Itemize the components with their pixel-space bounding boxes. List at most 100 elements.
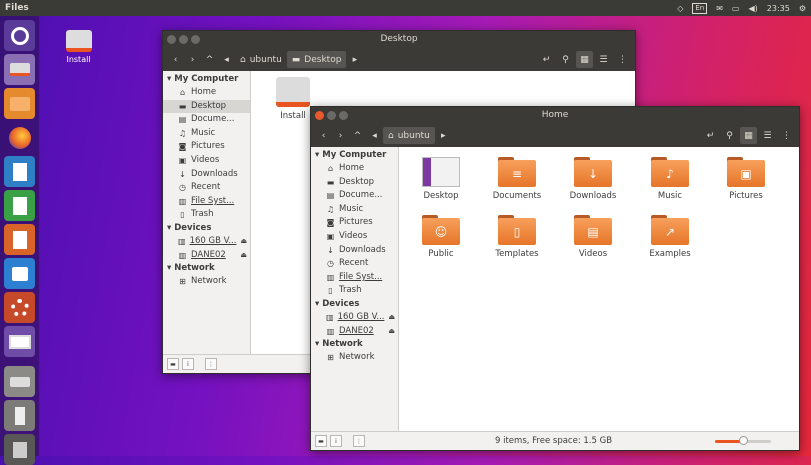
zoom-slider[interactable] [715, 436, 771, 445]
sidebar-item-network[interactable]: ⊞ Network [163, 275, 250, 289]
sidebar-item-pictures[interactable]: ◙ Pictures [163, 140, 250, 154]
up-button[interactable]: ^ [349, 127, 366, 144]
maximize-button[interactable] [339, 111, 348, 120]
back-button[interactable]: ‹ [167, 51, 184, 68]
usb-launcher-icon[interactable] [4, 400, 35, 431]
sidebar-item-videos[interactable]: ▣ Videos [163, 154, 250, 168]
sidebar-heading-devices[interactable]: ▾ Devices [311, 298, 398, 311]
calc-launcher-icon[interactable] [4, 190, 35, 221]
list-view-icon[interactable]: ☰ [759, 127, 776, 144]
breadcrumb-left-arrow[interactable]: ◂ [218, 51, 235, 68]
eject-icon[interactable]: ⏏ [388, 325, 395, 339]
sidebar-item-desktop[interactable]: ▬ Desktop [311, 176, 398, 190]
back-button[interactable]: ‹ [315, 127, 332, 144]
sidebar-heading-my-computer[interactable]: ▾ My Computer [311, 149, 398, 162]
sidebar-item-device-dane02[interactable]: ▥ DANE02 ⏏ [163, 249, 250, 263]
sidebar-item-device-dane02[interactable]: ▥ DANE02 ⏏ [311, 325, 398, 339]
forward-button[interactable]: › [184, 51, 201, 68]
compact-view-icon[interactable]: ⋮ [778, 127, 795, 144]
battery-icon[interactable]: ▭ [732, 4, 740, 13]
folder-documents[interactable]: ≡ Documents [487, 157, 547, 201]
tree-sidebar-toggle[interactable]: ⅰ [182, 358, 194, 370]
settings-launcher-icon[interactable] [4, 292, 35, 323]
sidebar-item-documents[interactable]: ▤ Docume... [311, 189, 398, 203]
eject-icon[interactable]: ⏏ [388, 311, 395, 325]
icon-view-icon[interactable]: ▦ [740, 127, 757, 144]
clock[interactable]: 23:35 [767, 4, 790, 13]
minimize-button[interactable] [179, 35, 188, 44]
open-terminal-icon[interactable]: ↵ [702, 127, 719, 144]
folder-music[interactable]: ♪ Music [640, 157, 700, 201]
breadcrumb-left-arrow[interactable]: ◂ [366, 127, 383, 144]
keyboard-layout[interactable]: En [692, 2, 708, 14]
sidebar-heading-network[interactable]: ▾ Network [311, 338, 398, 351]
sidebar-item-recent[interactable]: ◷ Recent [163, 181, 250, 195]
sidebar-item-documents[interactable]: ▤ Docume... [163, 113, 250, 127]
firefox-launcher-icon[interactable] [4, 122, 35, 153]
close-button[interactable] [167, 35, 176, 44]
places-sidebar-toggle[interactable]: ▬ [167, 358, 179, 370]
icon-view-icon[interactable]: ▦ [576, 51, 593, 68]
folder-desktop[interactable]: Desktop [411, 157, 471, 201]
sidebar-item-device-160gb[interactable]: ▥ 160 GB V... ⏏ [311, 311, 398, 325]
sidebar-item-device-160gb[interactable]: ▥ 160 GB V... ⏏ [163, 235, 250, 249]
files-launcher-icon[interactable] [4, 88, 35, 119]
sidebar-item-pictures[interactable]: ◙ Pictures [311, 216, 398, 230]
install-launcher-icon[interactable] [4, 54, 35, 85]
list-view-icon[interactable]: ☰ [595, 51, 612, 68]
eject-icon[interactable]: ⏏ [240, 249, 247, 263]
sidebar-hide-toggle[interactable]: ⋮ [353, 435, 365, 447]
sidebar-item-downloads[interactable]: ↓ Downloads [163, 168, 250, 182]
sidebar-heading-my-computer[interactable]: ▾ My Computer [163, 73, 250, 86]
search-icon[interactable]: ⚲ [721, 127, 738, 144]
eject-icon[interactable]: ⏏ [240, 235, 247, 249]
breadcrumb-desktop[interactable]: ▬ Desktop [286, 51, 347, 68]
gear-icon[interactable]: ⚙ [799, 4, 806, 13]
trash-launcher-icon[interactable] [4, 434, 35, 465]
breadcrumb-right-arrow[interactable]: ▸ [346, 51, 363, 68]
close-button[interactable] [315, 111, 324, 120]
breadcrumb-home[interactable]: ⌂ ubuntu [235, 51, 287, 68]
dash-button[interactable] [4, 20, 35, 51]
sidebar-item-recent[interactable]: ◷ Recent [311, 257, 398, 271]
screen-launcher-icon[interactable] [4, 326, 35, 357]
software-launcher-icon[interactable] [4, 258, 35, 289]
sidebar-item-music[interactable]: ♫ Music [311, 203, 398, 217]
compact-view-icon[interactable]: ⋮ [614, 51, 631, 68]
minimize-button[interactable] [327, 111, 336, 120]
sidebar-item-downloads[interactable]: ↓ Downloads [311, 244, 398, 258]
window-titlebar[interactable]: Desktop [163, 31, 635, 48]
writer-launcher-icon[interactable] [4, 156, 35, 187]
mail-icon[interactable]: ✉ [716, 4, 723, 13]
sidebar-item-trash[interactable]: ▯ Trash [163, 208, 250, 222]
open-terminal-icon[interactable]: ↵ [538, 51, 555, 68]
maximize-button[interactable] [191, 35, 200, 44]
window-titlebar[interactable]: Home [311, 107, 799, 124]
sidebar-hide-toggle[interactable]: ⋮ [205, 358, 217, 370]
zoom-slider-handle[interactable] [739, 436, 748, 445]
desktop-install-icon[interactable]: Install [56, 30, 101, 64]
breadcrumb-home[interactable]: ⌂ ubuntu [383, 127, 435, 144]
sidebar-item-music[interactable]: ♫ Music [163, 127, 250, 141]
sidebar-heading-network[interactable]: ▾ Network [163, 262, 250, 275]
search-icon[interactable]: ⚲ [557, 51, 574, 68]
forward-button[interactable]: › [332, 127, 349, 144]
folder-examples[interactable]: ↗ Examples [640, 215, 700, 259]
sidebar-item-home[interactable]: ⌂ Home [163, 86, 250, 100]
sidebar-item-home[interactable]: ⌂ Home [311, 162, 398, 176]
sidebar-item-network[interactable]: ⊞ Network [311, 351, 398, 365]
sidebar-item-desktop[interactable]: ▬ Desktop [163, 99, 250, 114]
folder-public[interactable]: ☺ Public [411, 215, 471, 259]
up-button[interactable]: ^ [201, 51, 218, 68]
sidebar-heading-devices[interactable]: ▾ Devices [163, 222, 250, 235]
drive-launcher-icon[interactable] [4, 366, 35, 397]
folder-downloads[interactable]: ↓ Downloads [563, 157, 623, 201]
sidebar-item-videos[interactable]: ▣ Videos [311, 230, 398, 244]
sidebar-item-file-system[interactable]: ▥ File Syst... [163, 195, 250, 209]
folder-templates[interactable]: ▯ Templates [487, 215, 547, 259]
folder-pictures[interactable]: ▣ Pictures [716, 157, 776, 201]
sidebar-item-trash[interactable]: ▯ Trash [311, 284, 398, 298]
places-sidebar-toggle[interactable]: ▬ [315, 435, 327, 447]
tree-sidebar-toggle[interactable]: ⅰ [330, 435, 342, 447]
volume-icon[interactable]: ◀) [748, 4, 757, 13]
